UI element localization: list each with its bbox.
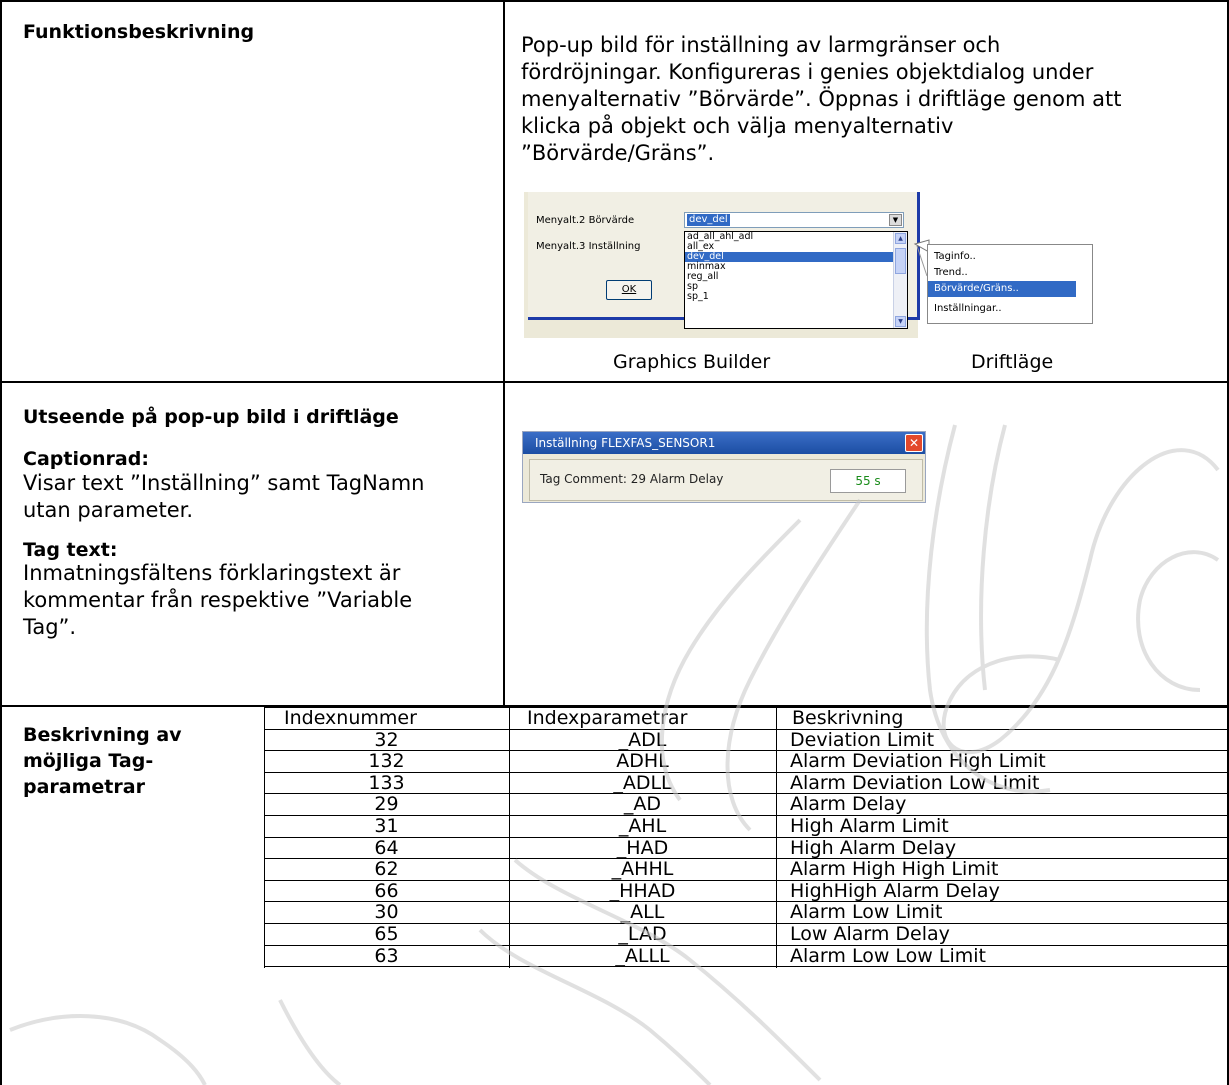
- setting-popup-screenshot: Inställning FLEXFAS_SENSOR1 ✕ Tag Commen…: [522, 431, 926, 503]
- menu-item-taginfo[interactable]: Taginfo..: [928, 249, 1076, 265]
- table-header-cell: Indexparametrar: [527, 707, 688, 729]
- menu-alt2-label: Menyalt.2 Börvärde: [536, 215, 635, 226]
- index-parameter-cell: _ADLL: [613, 771, 672, 794]
- parameters-label-line: parametrar: [23, 776, 145, 798]
- description-cell: Alarm High High Limit: [790, 858, 999, 881]
- description-cell: High Alarm Limit: [790, 815, 949, 837]
- context-menu: Taginfo.. Trend.. Börvärde/Gräns.. Instä…: [927, 244, 1093, 324]
- genie-option-list[interactable]: ad_all_ahl_adl all_ex dev_del minmax reg…: [684, 231, 908, 329]
- table-header-cell: Beskrivning: [792, 707, 904, 729]
- chevron-down-icon[interactable]: ▼: [889, 214, 902, 226]
- popup-field-row: Tag Comment: 29 Alarm Delay 55 s: [529, 459, 923, 501]
- graphics-builder-caption: Graphics Builder: [613, 351, 771, 373]
- tagtext-description-line: Tag”.: [23, 615, 77, 639]
- function-description-line: Pop-up bild för inställning av larmgräns…: [521, 33, 1001, 57]
- index-number-cell: 133: [368, 771, 405, 794]
- function-description: Pop-up bild för inställning av larmgräns…: [521, 32, 1221, 167]
- table-column-line: [1227, 707, 1228, 969]
- index-parameter-cell: _ADL: [618, 728, 667, 751]
- function-description-line: menyalternativ ”Börvärde”. Öppnas i drif…: [521, 87, 1122, 111]
- scroll-down-icon[interactable]: ▼: [895, 316, 906, 327]
- list-item[interactable]: ad_all_ahl_adl: [685, 232, 907, 242]
- index-parameter-cell: _ALL: [620, 901, 665, 924]
- table-header-cell: Indexnummer: [284, 707, 417, 729]
- function-description-line: klicka på objekt och välja menyalternati…: [521, 114, 954, 138]
- index-number-cell: 64: [374, 836, 399, 859]
- index-number-cell: 65: [374, 923, 399, 945]
- close-icon[interactable]: ✕: [905, 434, 923, 452]
- index-parameter-cell: ADHL: [616, 750, 669, 773]
- alarm-delay-input[interactable]: 55 s: [830, 469, 906, 493]
- list-scrollbar[interactable]: ▲ ▼: [893, 232, 907, 328]
- tagtext-description-line: kommentar från respektive ”Variable: [23, 588, 413, 612]
- caption-description-line: utan parameter.: [23, 498, 194, 522]
- borvarde-combobox[interactable]: dev_del ▼: [684, 212, 904, 228]
- scroll-up-icon[interactable]: ▲: [895, 233, 906, 244]
- table-border-left: [0, 0, 2, 1085]
- list-item[interactable]: minmax: [685, 262, 907, 272]
- tagtext-description-line: Inmatningsfältens förklaringstext är: [23, 561, 401, 585]
- index-parameter-cell: _AHL: [618, 815, 667, 837]
- parameters-label: Beskrivning av möjliga Tag- parametrar: [23, 722, 182, 800]
- caption-heading: Captionrad:: [23, 448, 149, 470]
- list-item[interactable]: sp_1: [685, 292, 907, 302]
- tagtext-heading: Tag text:: [23, 539, 118, 561]
- ok-button-label: OK: [621, 284, 637, 295]
- popup-caption-bar: Inställning FLEXFAS_SENSOR1: [523, 432, 925, 454]
- table-border-top: [0, 0, 1229, 2]
- index-number-cell: 62: [374, 858, 399, 881]
- caption-description: Visar text ”Inställning” samt TagNamn ut…: [23, 470, 424, 524]
- menu-alt3-label: Menyalt.3 Inställning: [536, 241, 641, 252]
- index-number-cell: 63: [374, 944, 399, 967]
- index-number-cell: 29: [374, 793, 399, 816]
- description-cell: Low Alarm Delay: [790, 923, 950, 945]
- description-cell: HighHigh Alarm Delay: [790, 879, 1000, 902]
- tag-comment-label: Tag Comment: 29 Alarm Delay: [540, 472, 724, 486]
- index-number-cell: 132: [368, 750, 405, 773]
- menu-item-trend[interactable]: Trend..: [928, 265, 1076, 281]
- driftlage-caption: Driftläge: [971, 351, 1054, 373]
- index-parameter-cell: _ALLL: [615, 944, 670, 967]
- caption-description-line: Visar text ”Inställning” samt TagNamn: [23, 471, 425, 495]
- function-label: Funktionsbeskrivning: [23, 21, 255, 43]
- list-item[interactable]: reg_all: [685, 272, 907, 282]
- description-cell: Deviation Limit: [790, 728, 935, 751]
- index-parameter-cell: _HAD: [616, 836, 669, 859]
- function-description-line: fördröjningar. Konfigureras i genies obj…: [521, 60, 1094, 84]
- column-divider-main: [503, 0, 505, 707]
- menu-item-borvarde-grans[interactable]: Börvärde/Gräns..: [928, 281, 1076, 297]
- document-page: Funktionsbeskrivning Pop-up bild för ins…: [0, 0, 1229, 1085]
- tagtext-description: Inmatningsfältens förklaringstext är kom…: [23, 560, 412, 641]
- graphics-builder-screenshot: Menyalt.2 Börvärde Menyalt.3 Inställning…: [524, 192, 920, 338]
- list-item[interactable]: sp: [685, 282, 907, 292]
- description-cell: High Alarm Delay: [790, 836, 957, 859]
- index-parameter-cell: _LAD: [618, 923, 667, 945]
- description-cell: Alarm Low Low Limit: [790, 944, 986, 967]
- function-description-line: ”Börvärde/Gräns”.: [521, 141, 715, 165]
- parameters-label-line: Beskrivning av: [23, 724, 182, 746]
- index-parameter-cell: _AHHL: [611, 858, 674, 881]
- section-divider-1: [0, 381, 1229, 383]
- description-cell: Alarm Deviation Low Limit: [790, 771, 1040, 794]
- index-parameter-cell: _HHAD: [609, 879, 676, 902]
- parameters-label-line: möjliga Tag-: [23, 750, 154, 772]
- menu-item-installningar[interactable]: Inställningar..: [928, 301, 1076, 317]
- ok-button[interactable]: OK: [606, 280, 652, 300]
- description-cell: Alarm Delay: [790, 793, 907, 816]
- combo-selected-value: dev_del: [687, 214, 730, 226]
- index-number-cell: 30: [374, 901, 399, 924]
- appearance-title: Utseende på pop-up bild i driftläge: [23, 406, 399, 428]
- index-parameter-cell: _AD: [623, 793, 662, 816]
- index-number-cell: 31: [374, 815, 399, 837]
- description-cell: Alarm Deviation High Limit: [790, 750, 1046, 773]
- scroll-thumb[interactable]: [895, 248, 906, 274]
- index-number-cell: 32: [374, 728, 399, 751]
- index-number-cell: 66: [374, 879, 399, 902]
- description-cell: Alarm Low Limit: [790, 901, 943, 924]
